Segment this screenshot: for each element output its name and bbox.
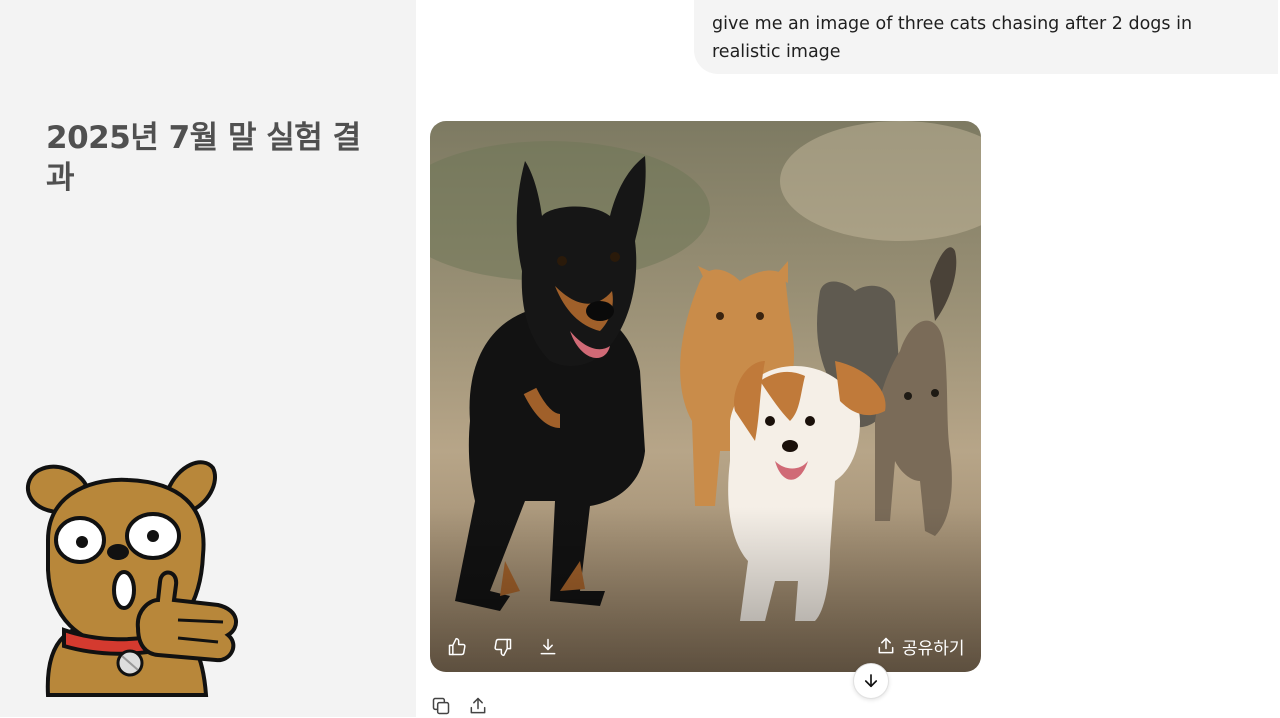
slide-title: 2025년 7월 말 실험 결과 [46, 120, 361, 196]
thumbs-up-icon [448, 637, 466, 656]
like-button[interactable] [443, 633, 471, 661]
generated-image-card[interactable]: 공유하기 [430, 121, 981, 672]
share-label: 공유하기 [902, 638, 965, 659]
download-button[interactable] [534, 633, 562, 661]
share-icon [878, 637, 894, 654]
copy-button[interactable] [429, 694, 453, 718]
scroll-to-bottom-button[interactable] [853, 663, 889, 699]
chat-area: give me an image of three cats chasing a… [416, 0, 1280, 717]
mascot-dog-illustration [25, 460, 238, 697]
share-image-button[interactable]: 공유하기 [876, 631, 965, 661]
share-icon [470, 697, 486, 714]
download-icon [540, 638, 556, 655]
slide-panel: 2025년 7월 말 실험 결과 [0, 0, 416, 717]
thumbs-down-icon [494, 638, 512, 657]
share-message-button[interactable] [466, 694, 490, 718]
user-message-text: give me an image of three cats chasing a… [712, 14, 1193, 62]
generated-image [430, 121, 981, 672]
arrow-down-icon [864, 674, 878, 688]
dislike-button[interactable] [489, 633, 517, 661]
user-message-bubble: give me an image of three cats chasing a… [694, 0, 1278, 74]
copy-icon [432, 697, 450, 715]
